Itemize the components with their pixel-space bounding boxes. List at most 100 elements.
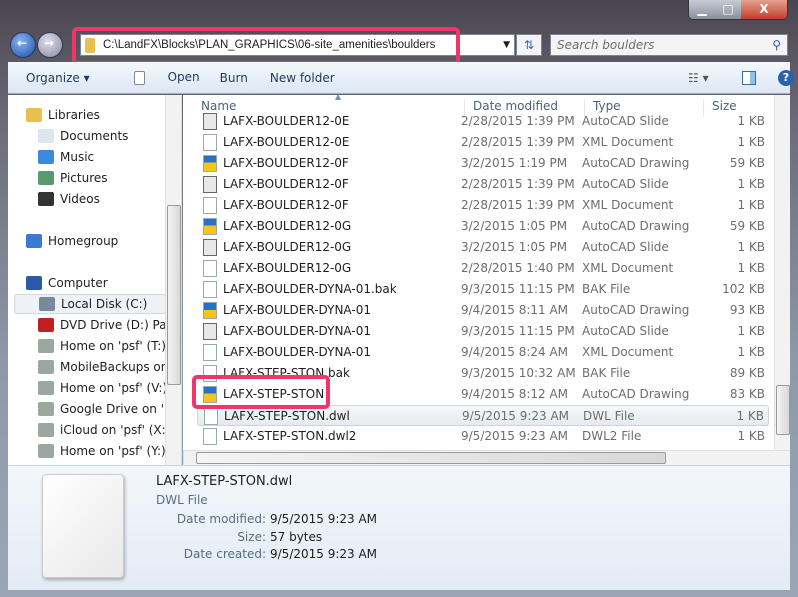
dvd-drive-icon	[38, 318, 54, 332]
file-date: 3/2/2015 1:19 PM	[461, 156, 568, 170]
nav-item[interactable]: Home on 'psf' (T:)	[38, 336, 166, 356]
file-row[interactable]: LAFX-BOULDER12-0G 2/28/2015 1:40 PM XML …	[197, 258, 769, 279]
file-name: LAFX-STEP-STON.dwl2	[223, 429, 357, 443]
refresh-button[interactable]: ⇅	[516, 34, 542, 56]
arrow-right-icon: →	[44, 36, 55, 50]
details-filename: LAFX-STEP-STON.dwl	[156, 474, 293, 489]
burn-button[interactable]: Burn	[220, 71, 248, 85]
file-row[interactable]: LAFX-BOULDER12-0G 3/2/2015 1:05 PM AutoC…	[197, 216, 769, 237]
file-row[interactable]: LAFX-BOULDER12-0F 2/28/2015 1:39 PM Auto…	[197, 174, 769, 195]
nav-item-label: Libraries	[48, 108, 100, 122]
nav-item[interactable]: Local Disk (C:)	[14, 294, 181, 314]
nav-item[interactable]: Pictures	[38, 168, 108, 188]
library-icon	[26, 108, 42, 122]
file-date: 9/5/2015 9:23 AM	[462, 409, 570, 423]
file-type: AutoCAD Slide	[582, 240, 669, 254]
forward-button[interactable]: →	[37, 32, 63, 58]
file-type: AutoCAD Slide	[582, 177, 669, 191]
view-options-icon[interactable]: ☷ ▾	[688, 71, 709, 85]
highlight-address	[72, 27, 460, 65]
network-drive-icon	[38, 381, 54, 395]
search-input[interactable]: Search boulders ⚲	[550, 34, 788, 56]
file-row[interactable]: LAFX-BOULDER-DYNA-01.bak 9/3/2015 11:15 …	[197, 279, 769, 300]
nav-item-label: Home on 'psf' (V:)	[60, 381, 168, 395]
chevron-down-icon[interactable]: ▼	[503, 40, 510, 50]
nav-item[interactable]: Videos	[38, 189, 100, 209]
file-row[interactable]: LAFX-BOULDER12-0E 2/28/2015 1:39 PM XML …	[197, 132, 769, 153]
nav-item[interactable]: MobileBackups on 'psf'	[38, 357, 181, 377]
close-button[interactable]: X	[741, 0, 787, 19]
file-type: XML Document	[582, 198, 674, 212]
nav-item[interactable]: iCloud on 'psf' (X:)	[38, 420, 170, 440]
file-type: AutoCAD Drawing	[582, 156, 690, 170]
nav-scrollbar[interactable]	[165, 95, 181, 465]
file-row[interactable]: LAFX-BOULDER-DYNA-01 9/4/2015 8:24 AM XM…	[197, 342, 769, 363]
file-name: LAFX-BOULDER-DYNA-01	[223, 345, 371, 359]
file-row[interactable]: LAFX-BOULDER12-0E 2/28/2015 1:39 PM Auto…	[197, 111, 769, 132]
file-row[interactable]: LAFX-STEP-STON.dwl2 9/5/2015 9:23 AM DWL…	[197, 426, 769, 447]
file-vertical-scrollbar[interactable]	[774, 95, 790, 450]
file-type: DWL File	[583, 409, 635, 423]
back-button[interactable]: ←	[10, 32, 36, 58]
nav-item[interactable]: Homegroup	[26, 231, 118, 251]
help-icon[interactable]: ?	[778, 69, 794, 86]
nav-item[interactable]: Libraries	[26, 105, 100, 125]
file-row[interactable]: LAFX-BOULDER12-0F 2/28/2015 1:39 PM XML …	[197, 195, 769, 216]
preview-pane-icon[interactable]	[742, 70, 756, 85]
minimize-button[interactable]: ▁	[689, 0, 715, 19]
file-date: 2/28/2015 1:39 PM	[461, 135, 575, 149]
details-pane: LAFX-STEP-STON.dwl DWL File Date modifie…	[8, 465, 790, 590]
nav-item[interactable]: DVD Drive (D:) Parallels Tools	[38, 315, 181, 335]
nav-item[interactable]: Computer	[26, 273, 108, 293]
file-size: 1 KB	[737, 135, 765, 149]
file-type: DWL2 File	[582, 429, 642, 443]
file-type: AutoCAD Drawing	[582, 219, 690, 233]
file-size: 1 KB	[737, 345, 765, 359]
file-size: 1 KB	[737, 429, 765, 443]
file-row[interactable]: LAFX-BOULDER12-0F 3/2/2015 1:19 PM AutoC…	[197, 153, 769, 174]
navigation-pane: Libraries Documents Music Pictures Videos Hom…	[8, 95, 182, 465]
organize-button[interactable]: Organize ▾	[26, 71, 90, 85]
nav-item[interactable]: Home on 'psf' (Y:)	[38, 441, 166, 461]
file-size: 102 KB	[722, 282, 765, 296]
nav-item[interactable]: Music	[38, 147, 94, 167]
new-folder-button[interactable]: New folder	[270, 71, 335, 85]
file-date: 2/28/2015 1:39 PM	[461, 177, 575, 191]
file-name: LAFX-STEP-STON.dwl	[224, 409, 350, 423]
nav-item-label: Videos	[60, 192, 100, 206]
file-name: LAFX-BOULDER-DYNA-01	[223, 303, 371, 317]
file-name: LAFX-BOULDER12-0G	[223, 261, 352, 275]
open-button[interactable]: Open	[116, 70, 200, 85]
file-scroll-thumb[interactable]	[776, 385, 790, 435]
computer-icon	[26, 276, 42, 290]
horizontal-scroll-thumb[interactable]	[196, 452, 666, 464]
pictures-icon	[38, 171, 54, 185]
file-date: 9/3/2015 11:15 PM	[461, 324, 575, 338]
nav-item-label: Home on 'psf' (Y:)	[60, 444, 166, 458]
file-row[interactable]: LAFX-BOULDER-DYNA-01 9/4/2015 8:11 AM Au…	[197, 300, 769, 321]
file-date: 9/4/2015 8:11 AM	[461, 303, 569, 317]
nav-item[interactable]: Google Drive on 'psf'	[38, 399, 181, 419]
maximize-button[interactable]: □	[715, 0, 741, 19]
file-name: LAFX-BOULDER-DYNA-01	[223, 324, 371, 338]
sort-ascending-icon: ▲	[335, 95, 342, 101]
file-size: 83 KB	[729, 387, 765, 401]
nav-item[interactable]: Home on 'psf' (V:)	[38, 378, 167, 398]
file-type: AutoCAD Drawing	[582, 303, 690, 317]
file-name: LAFX-BOULDER12-0G	[223, 240, 352, 254]
nav-scroll-thumb[interactable]	[167, 205, 181, 385]
file-horizontal-scrollbar[interactable]	[183, 450, 790, 465]
file-row[interactable]: LAFX-BOULDER-DYNA-01 9/3/2015 11:15 PM A…	[197, 321, 769, 342]
file-date: 9/3/2015 10:32 AM	[461, 366, 576, 380]
music-icon	[38, 150, 54, 164]
nav-item[interactable]: Documents	[38, 126, 128, 146]
sld-file-icon	[203, 239, 217, 256]
file-date: 3/2/2015 1:05 PM	[461, 240, 568, 254]
file-date: 2/28/2015 1:39 PM	[461, 198, 575, 212]
file-thumbnail-icon	[42, 474, 124, 578]
file-type: AutoCAD Slide	[582, 114, 669, 128]
sld-file-icon	[203, 323, 217, 340]
file-row[interactable]: LAFX-BOULDER12-0G 3/2/2015 1:05 PM AutoC…	[197, 237, 769, 258]
file-name: LAFX-BOULDER12-0E	[223, 114, 350, 128]
file-size: 1 KB	[737, 240, 765, 254]
